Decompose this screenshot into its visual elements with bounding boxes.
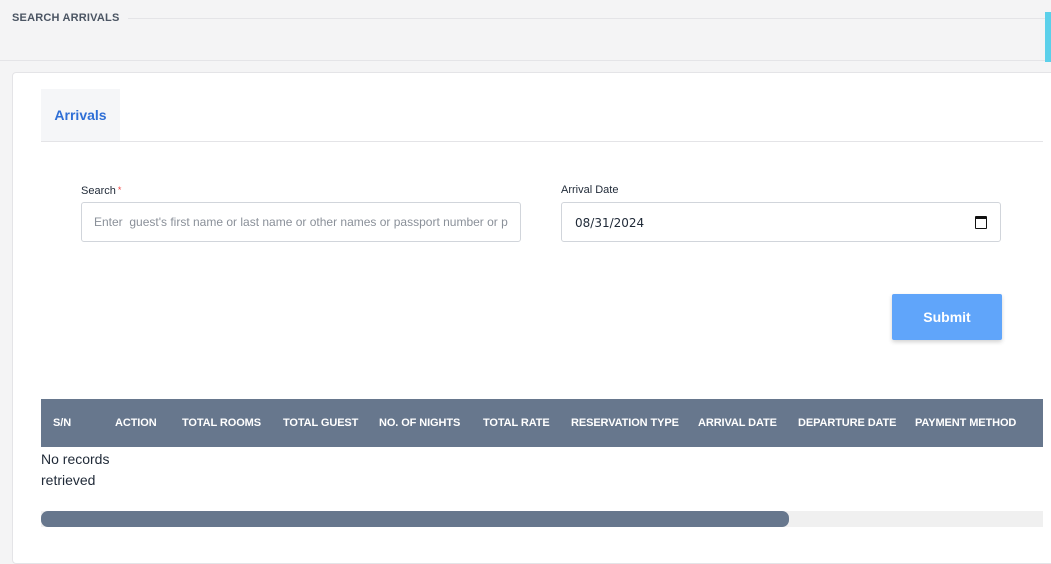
column-header: NO. OF NIGHTS: [379, 417, 461, 429]
arrival-date-value: 08/31/2024: [575, 216, 645, 230]
arrival-date-label: Arrival Date: [561, 184, 619, 196]
column-header: ARRIVAL DATE: [698, 417, 777, 429]
tab-arrivals[interactable]: Arrivals: [41, 89, 120, 141]
column-header: PAYMENT METHOD: [915, 417, 1017, 429]
arrivals-card: Arrivals Search* Arrival Date 08/31/2024…: [12, 72, 1051, 564]
search-label: Search *: [81, 185, 121, 197]
column-header: DEPARTURE DATE: [798, 417, 897, 429]
column-header: ACTION: [115, 417, 157, 429]
page-header: SEARCH ARRIVALS: [0, 0, 1051, 62]
page-title: SEARCH ARRIVALS: [12, 12, 120, 24]
table-header: S/N ACTION TOTAL ROOMS TOTAL GUEST NO. O…: [41, 399, 1043, 447]
column-header: TOTAL ROOMS: [182, 417, 261, 429]
search-input[interactable]: [81, 202, 521, 242]
search-label-text: Search: [81, 185, 116, 197]
column-header: RESERVATION TYPE: [571, 417, 679, 429]
tab-bar: Arrivals: [41, 89, 1043, 142]
horizontal-scrollbar[interactable]: [41, 511, 1043, 527]
calendar-icon[interactable]: [975, 216, 987, 229]
title-divider: [128, 18, 1048, 19]
required-mark: *: [117, 185, 122, 195]
column-header: S/N: [53, 417, 72, 429]
scrollbar-thumb[interactable]: [41, 511, 789, 527]
column-header: TOTAL GUEST: [283, 417, 359, 429]
arrival-date-field[interactable]: 08/31/2024: [561, 202, 1001, 242]
side-accent-bar: [1045, 12, 1051, 62]
arrivals-table: S/N ACTION TOTAL ROOMS TOTAL GUEST NO. O…: [41, 399, 1043, 529]
empty-table-message: No records retrieved: [41, 451, 110, 488]
submit-button[interactable]: Submit: [892, 294, 1002, 340]
column-header: TOTAL RATE: [483, 417, 550, 429]
